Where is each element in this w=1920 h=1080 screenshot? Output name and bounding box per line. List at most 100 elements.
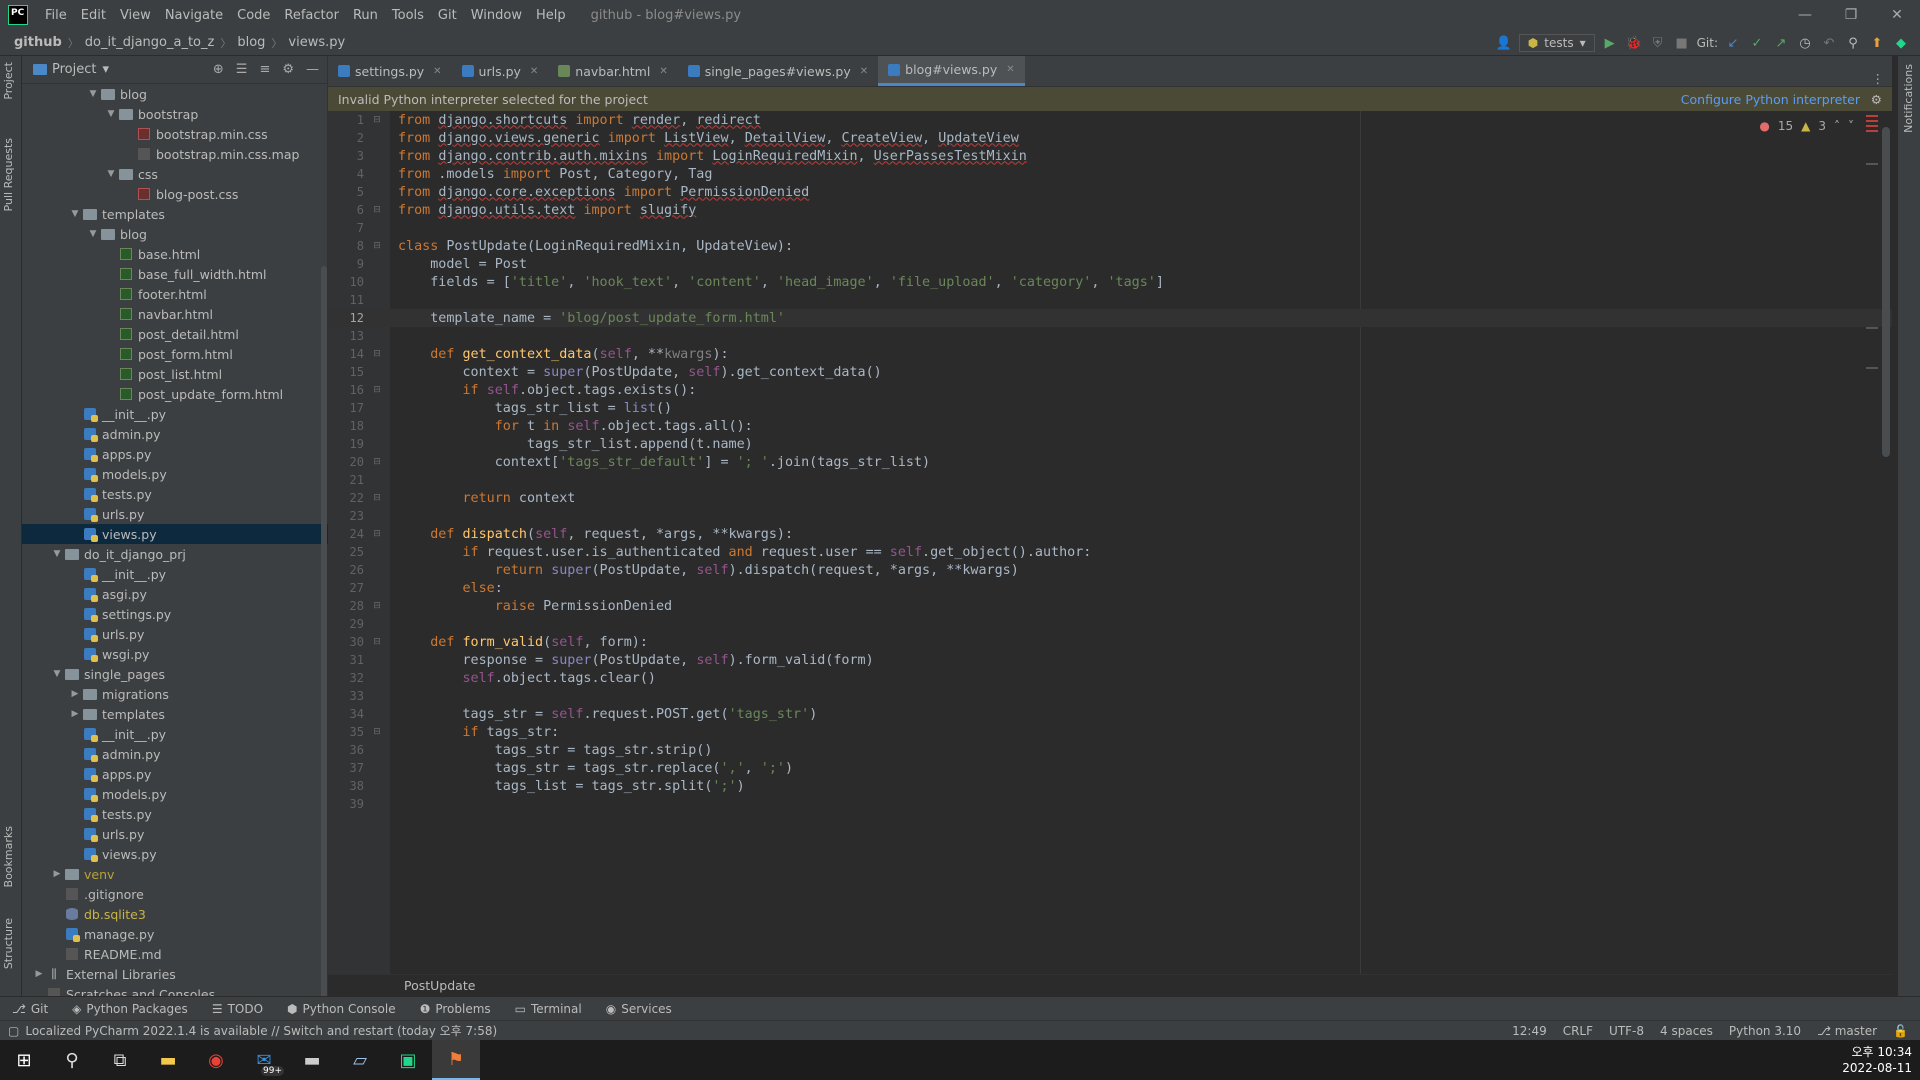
code-line[interactable]: 12 template_name = 'blog/post_update_for… xyxy=(328,309,1892,327)
menu-help[interactable]: Help xyxy=(529,8,573,23)
code-line[interactable]: 15 context = super(PostUpdate, self).get… xyxy=(328,363,1892,381)
tree-item[interactable]: urls.py xyxy=(22,624,328,644)
line-number[interactable]: 8 xyxy=(328,239,364,253)
code-line[interactable]: 3 from django.contrib.auth.mixins import … xyxy=(328,147,1892,165)
tree-item[interactable]: models.py xyxy=(22,464,328,484)
code-line[interactable]: 1 ⊟ from django.shortcuts import render, r… xyxy=(328,111,1892,129)
window-icon[interactable]: ▢ xyxy=(0,1024,25,1038)
pycharm-icon[interactable]: ▣ xyxy=(384,1040,432,1080)
fold-marker-icon[interactable]: ⊟ xyxy=(364,205,390,215)
menu-run[interactable]: Run xyxy=(346,8,385,23)
code-line[interactable]: 4 from .models import Post, Category, Tag xyxy=(328,165,1892,183)
line-number[interactable]: 17 xyxy=(328,401,364,415)
code-line[interactable]: 8 ⊟ class PostUpdate(LoginRequiredMixin, U… xyxy=(328,237,1892,255)
code-line[interactable]: 6 ⊟ from django.utils.text import slugify xyxy=(328,201,1892,219)
editor-tab[interactable]: urls.py ✕ xyxy=(452,56,549,86)
line-number[interactable]: 25 xyxy=(328,545,364,559)
next-highlight-icon[interactable]: ˅ xyxy=(1848,119,1854,133)
tree-item[interactable]: ▼ do_it_django_prj xyxy=(22,544,328,564)
configure-interpreter-link[interactable]: Configure Python interpreter xyxy=(1681,92,1892,107)
code-line[interactable]: 10 fields = ['title', 'hook_text', 'cont… xyxy=(328,273,1892,291)
tree-item[interactable]: ▶ ⫼ External Libraries xyxy=(22,964,328,984)
tree-item[interactable]: manage.py xyxy=(22,924,328,944)
line-number[interactable]: 21 xyxy=(328,473,364,487)
git-branch[interactable]: ⎇ master xyxy=(1817,1024,1877,1038)
fold-marker-icon[interactable]: ⊟ xyxy=(364,493,390,503)
editor-tab[interactable]: blog#views.py ✕ xyxy=(878,56,1025,86)
tree-item[interactable]: apps.py xyxy=(22,764,328,784)
line-number[interactable]: 16 xyxy=(328,383,364,397)
minimize-icon[interactable]: — xyxy=(1782,0,1828,30)
menu-navigate[interactable]: Navigate xyxy=(158,8,230,23)
tree-item[interactable]: ▼ blog xyxy=(22,84,328,104)
code-line[interactable]: 26 return super(PostUpdate, self).dispat… xyxy=(328,561,1892,579)
code-line[interactable]: 27 else: xyxy=(328,579,1892,597)
line-number[interactable]: 24 xyxy=(328,527,364,541)
close-tab-icon[interactable]: ✕ xyxy=(860,66,868,77)
close-tab-icon[interactable]: ✕ xyxy=(433,66,441,77)
chevron-down-icon[interactable]: ▼ xyxy=(50,669,64,679)
code-line[interactable]: 39 xyxy=(328,795,1892,813)
chevron-down-icon[interactable]: ▼ xyxy=(50,549,64,559)
code-editor[interactable]: 1 ⊟ from django.shortcuts import render, r… xyxy=(328,111,1892,974)
chevron-down-icon[interactable]: ▼ xyxy=(104,109,118,119)
fold-marker-icon[interactable]: ⊟ xyxy=(364,385,390,395)
bookmarks-tool-tab[interactable]: Bookmarks xyxy=(2,826,15,887)
close-tab-icon[interactable]: ✕ xyxy=(530,66,538,77)
more-tabs-icon[interactable]: ⋮ xyxy=(1872,71,1893,86)
line-number[interactable]: 26 xyxy=(328,563,364,577)
tree-item[interactable]: post_detail.html xyxy=(22,324,328,344)
line-number[interactable]: 2 xyxy=(328,131,364,145)
breadcrumb-folder[interactable]: do_it_django_a_to_z xyxy=(83,35,217,50)
update-icon[interactable]: ⬆ xyxy=(1868,34,1886,52)
tree-item[interactable]: ▼ css xyxy=(22,164,328,184)
menu-git[interactable]: Git xyxy=(431,8,464,23)
menu-refactor[interactable]: Refactor xyxy=(277,8,346,23)
restore-icon[interactable]: ❐ xyxy=(1828,0,1874,30)
gear-icon[interactable]: ⚙ xyxy=(1871,92,1882,107)
tree-item[interactable]: post_update_form.html xyxy=(22,384,328,404)
caret-position[interactable]: 12:49 xyxy=(1512,1024,1547,1038)
previous-highlight-icon[interactable]: ˄ xyxy=(1834,119,1840,133)
run-icon[interactable]: ▶ xyxy=(1601,34,1619,52)
fold-marker-icon[interactable]: ⊟ xyxy=(364,637,390,647)
project-tool-tab[interactable]: Project xyxy=(2,62,15,100)
git-update-icon[interactable]: ↙ xyxy=(1724,34,1742,52)
code-line[interactable]: 14 ⊟ def get_context_data(self, **kwargs)… xyxy=(328,345,1892,363)
notepad-icon[interactable]: ▱ xyxy=(336,1040,384,1080)
code-line[interactable]: 36 tags_str = tags_str.strip() xyxy=(328,741,1892,759)
code-line[interactable]: 22 ⊟ return context xyxy=(328,489,1892,507)
system-clock[interactable]: 오후 10:34 2022-08-11 xyxy=(1842,1044,1920,1076)
tree-item[interactable]: ▼ templates xyxy=(22,204,328,224)
tree-item[interactable]: ▼ blog xyxy=(22,224,328,244)
mail-icon[interactable]: ✉ 99+ xyxy=(240,1040,288,1080)
line-number[interactable]: 20 xyxy=(328,455,364,469)
code-line[interactable]: 25 if request.user.is_authenticated and … xyxy=(328,543,1892,561)
git-commit-icon[interactable]: ✓ xyxy=(1748,34,1766,52)
breadcrumb-project[interactable]: github xyxy=(12,35,64,50)
menu-window[interactable]: Window xyxy=(464,8,529,23)
search-icon[interactable]: ⚲ xyxy=(1844,34,1862,52)
line-number[interactable]: 27 xyxy=(328,581,364,595)
file-encoding[interactable]: UTF-8 xyxy=(1609,1024,1644,1038)
indent-setting[interactable]: 4 spaces xyxy=(1660,1024,1713,1038)
chevron-right-icon[interactable]: ▶ xyxy=(68,689,82,699)
tree-item[interactable]: views.py xyxy=(22,524,328,544)
error-stripe[interactable] xyxy=(1866,111,1878,974)
tree-item[interactable]: models.py xyxy=(22,784,328,804)
gear-icon[interactable]: ⚙ xyxy=(282,62,294,77)
code-line[interactable]: 31 response = super(PostUpdate, self).fo… xyxy=(328,651,1892,669)
chevron-right-icon[interactable]: ▶ xyxy=(32,969,46,979)
line-separator[interactable]: CRLF xyxy=(1563,1024,1593,1038)
windows-start-icon[interactable]: ⊞ xyxy=(0,1040,48,1080)
code-line[interactable]: 35 ⊟ if tags_str: xyxy=(328,723,1892,741)
breadcrumb-class[interactable]: PostUpdate xyxy=(404,978,475,993)
python-packages-tool-button[interactable]: ◈ Python Packages xyxy=(60,1002,200,1016)
chevron-down-icon[interactable]: ▼ xyxy=(104,169,118,179)
editor-tab[interactable]: navbar.html ✕ xyxy=(548,56,677,86)
ide-features-icon[interactable]: ◆ xyxy=(1892,34,1910,52)
tree-item[interactable]: blog-post.css xyxy=(22,184,328,204)
close-tab-icon[interactable]: ✕ xyxy=(659,66,667,77)
line-number[interactable]: 35 xyxy=(328,725,364,739)
user-icon[interactable]: 👤 xyxy=(1495,34,1513,52)
